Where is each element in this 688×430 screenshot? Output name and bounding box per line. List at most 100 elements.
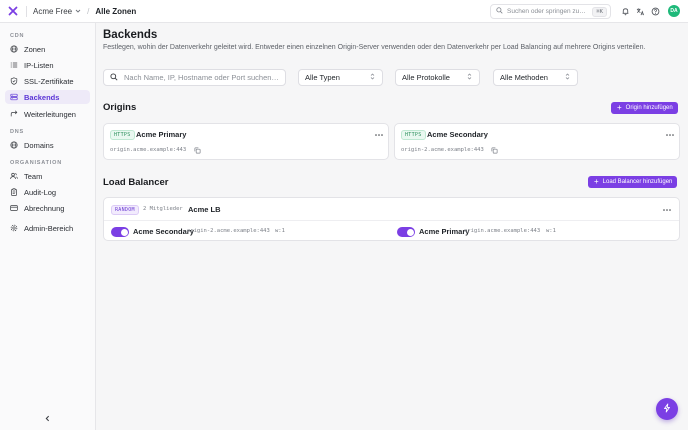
settings-icon <box>10 224 18 232</box>
globe-icon <box>10 141 18 149</box>
collapse-sidebar-button[interactable] <box>42 414 52 424</box>
main-content: Backends Festlegen, wohin der Datenverke… <box>96 23 688 430</box>
global-search-placeholder: Suchen oder springen zu… <box>507 8 586 15</box>
protocol-badge: HTTPS <box>401 130 426 140</box>
origin-name: Acme Primary <box>136 130 187 139</box>
copy-icon[interactable] <box>491 147 498 154</box>
member-count: 2 Mitglieder <box>143 206 183 212</box>
more-options-icon[interactable] <box>665 132 675 138</box>
type-filter-select[interactable]: Alle Typen <box>298 69 383 86</box>
workspace-name: Acme Free <box>33 6 73 16</box>
sidebar-section-label: ORGANISATION <box>10 160 62 166</box>
type-filter-value: Alle Typen <box>305 73 340 82</box>
bell-icon[interactable] <box>620 6 630 16</box>
redirect-icon <box>10 110 18 118</box>
list-icon <box>10 61 18 69</box>
protocol-filter-select[interactable]: Alle Protokolle <box>395 69 480 86</box>
sidebar: CDN Zonen IP-Listen SSL-Zertifikate Back… <box>0 23 96 430</box>
load-balancer-section-title: Load Balancer <box>103 177 169 188</box>
sidebar-item-label: Domains <box>24 140 54 150</box>
chevron-down-icon <box>75 7 81 16</box>
plus-icon: + <box>594 177 599 186</box>
search-shortcut: ⌘K <box>592 6 607 17</box>
load-balancer-card[interactable]: RANDOM 2 Mitglieder Acme LB Acme Seconda… <box>103 197 680 241</box>
origin-card[interactable]: HTTPS Acme Secondary origin-2.acme.examp… <box>394 123 680 160</box>
page-description: Festlegen, wohin der Datenverkehr geleit… <box>103 44 646 51</box>
sidebar-item-abrechnung[interactable]: Abrechnung <box>5 201 90 215</box>
sidebar-item-backends[interactable]: Backends <box>5 90 90 104</box>
workspace-switcher[interactable]: Acme Free <box>33 7 81 16</box>
breadcrumb-current[interactable]: Alle Zonen <box>95 7 136 16</box>
sidebar-item-label: Team <box>24 171 43 181</box>
add-origin-label: Origin hinzufügen <box>625 105 673 111</box>
sidebar-item-ip-listen[interactable]: IP-Listen <box>5 58 90 72</box>
copy-icon[interactable] <box>194 147 201 154</box>
sidebar-item-label: SSL-Zertifikate <box>24 76 74 86</box>
sidebar-item-ssl-zertifikate[interactable]: SSL-Zertifikate <box>5 74 90 88</box>
globe-icon <box>10 45 18 53</box>
sidebar-item-label: Zonen <box>24 44 46 54</box>
origin-address: origin.acme.example:443 <box>110 147 187 153</box>
more-options-icon[interactable] <box>662 207 672 213</box>
sidebar-item-zonen[interactable]: Zonen <box>5 42 90 56</box>
quick-action-button[interactable] <box>656 398 678 420</box>
sidebar-item-audit-log[interactable]: Audit-Log <box>5 185 90 199</box>
chevron-updown-icon <box>467 73 472 82</box>
sidebar-item-weiterleitungen[interactable]: Weiterleitungen <box>5 107 90 121</box>
protocol-badge: HTTPS <box>110 130 135 140</box>
origin-address: origin-2.acme.example:443 <box>401 147 484 153</box>
divider <box>26 5 27 17</box>
member-toggle[interactable] <box>111 227 129 237</box>
user-avatar[interactable]: DA <box>668 5 680 17</box>
global-search[interactable]: Suchen oder springen zu… ⌘K <box>490 4 611 19</box>
origin-name: Acme Secondary <box>427 130 488 139</box>
more-options-icon[interactable] <box>374 132 384 138</box>
sidebar-item-admin-bereich[interactable]: Admin-Bereich <box>5 221 90 235</box>
origin-card[interactable]: HTTPS Acme Primary origin.acme.example:4… <box>103 123 389 160</box>
chevron-updown-icon <box>370 73 375 82</box>
load-balancer-name: Acme LB <box>188 205 221 214</box>
users-icon <box>10 172 18 180</box>
member-address: origin.acme.example:443 <box>464 228 541 234</box>
plus-icon: + <box>617 103 622 112</box>
sidebar-item-domains[interactable]: Domains <box>5 138 90 152</box>
search-icon <box>496 7 503 16</box>
chevron-left-icon <box>44 415 51 424</box>
breadcrumb-separator: / <box>87 6 90 16</box>
add-load-balancer-label: Load Balancer hinzufügen <box>602 179 673 185</box>
clipboard-icon <box>10 188 18 196</box>
member-toggle[interactable] <box>397 227 415 237</box>
backend-search-placeholder: Nach Name, IP, Hostname oder Port suchen… <box>124 73 279 82</box>
translate-icon[interactable] <box>635 6 645 16</box>
top-bar: Acme Free / Alle Zonen Suchen oder sprin… <box>0 0 688 23</box>
add-load-balancer-button[interactable]: + Load Balancer hinzufügen <box>588 176 678 188</box>
protocol-filter-value: Alle Protokolle <box>402 73 450 82</box>
server-icon <box>10 93 18 101</box>
shield-icon <box>10 77 18 85</box>
member-weight: w:1 <box>275 228 285 234</box>
add-origin-button[interactable]: + Origin hinzufügen <box>611 102 678 114</box>
sidebar-item-label: Backends <box>24 92 60 102</box>
page-title: Backends <box>103 29 158 41</box>
credit-card-icon <box>10 204 18 212</box>
sidebar-item-label: Abrechnung <box>24 203 65 213</box>
method-filter-select[interactable]: Alle Methoden <box>493 69 578 86</box>
sidebar-item-label: Audit-Log <box>24 187 57 197</box>
chevron-updown-icon <box>565 73 570 82</box>
origins-section-title: Origins <box>103 102 137 113</box>
sidebar-section-label: DNS <box>10 129 25 135</box>
search-icon <box>110 72 118 83</box>
member-name: Acme Secondary <box>133 227 194 236</box>
sidebar-item-label: IP-Listen <box>24 60 54 70</box>
sidebar-section-label: CDN <box>10 33 25 39</box>
sidebar-item-label: Admin-Bereich <box>24 223 74 233</box>
method-badge: RANDOM <box>111 205 139 215</box>
help-icon[interactable] <box>650 6 660 16</box>
backend-search-input[interactable]: Nach Name, IP, Hostname oder Port suchen… <box>103 69 286 86</box>
sidebar-item-label: Weiterleitungen <box>24 109 76 119</box>
sidebar-item-team[interactable]: Team <box>5 169 90 183</box>
member-name: Acme Primary <box>419 227 470 236</box>
method-filter-value: Alle Methoden <box>500 73 548 82</box>
member-address: origin-2.acme.example:443 <box>187 228 270 234</box>
app-logo-icon[interactable] <box>7 5 19 17</box>
